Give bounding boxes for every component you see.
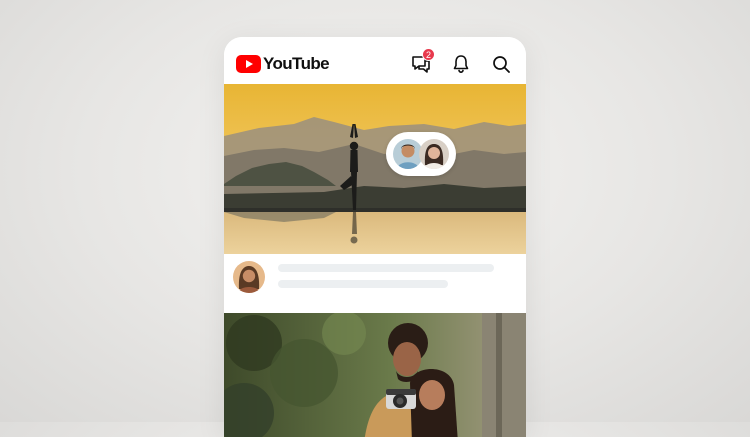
youtube-play-icon <box>236 55 261 73</box>
viewer-avatar <box>419 139 449 169</box>
bell-icon <box>453 55 469 74</box>
subtitle-placeholder <box>278 280 448 288</box>
notifications-button[interactable] <box>450 53 472 75</box>
logo-text: YouTube <box>263 54 330 73</box>
notification-badge: 2 <box>422 48 435 61</box>
sunset-yoga-image <box>224 84 526 254</box>
messages-button[interactable]: 2 <box>410 48 435 75</box>
youtube-logo[interactable]: YouTube <box>236 54 330 74</box>
feed-post-image[interactable] <box>224 313 526 437</box>
search-button[interactable] <box>490 53 512 75</box>
creator-avatar[interactable] <box>233 261 265 293</box>
couple-photo-image <box>224 313 526 437</box>
post-info-row[interactable] <box>224 254 526 312</box>
app-header: YouTube 2 <box>224 37 526 84</box>
title-placeholder <box>278 264 494 272</box>
phone-frame: YouTube 2 <box>224 37 526 437</box>
live-viewers-pill[interactable] <box>386 132 456 176</box>
feed-post-image[interactable] <box>224 84 526 254</box>
search-icon <box>493 56 510 73</box>
